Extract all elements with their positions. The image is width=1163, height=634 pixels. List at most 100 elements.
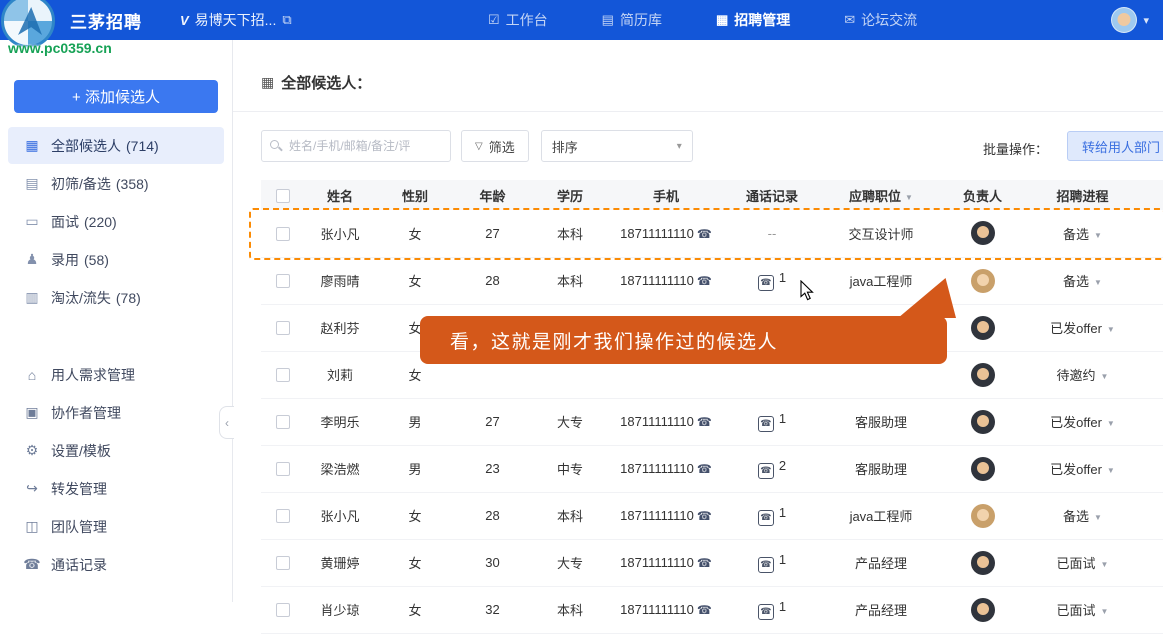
cell-gender: 女 [375, 586, 455, 633]
phone-icon[interactable]: ☎ [697, 603, 712, 617]
candidate-checkbox[interactable] [276, 227, 290, 241]
sidebar-item-label: 协作者管理 [51, 403, 121, 423]
candidate-checkbox[interactable] [276, 509, 290, 523]
owner-avatar[interactable] [971, 598, 995, 622]
owner-avatar[interactable] [971, 316, 995, 340]
owner-avatar[interactable] [971, 363, 995, 387]
phone-icon[interactable]: ☎ [697, 227, 712, 241]
phone-icon[interactable]: ☎ [697, 509, 712, 523]
progress-dropdown[interactable]: 备选▼ [1063, 509, 1102, 524]
cell-age [455, 351, 530, 398]
cell-name: 张小凡 [305, 210, 375, 257]
candidate-checkbox[interactable] [276, 274, 290, 288]
owner-avatar[interactable] [971, 551, 995, 575]
call-record-count: 1 [779, 411, 786, 426]
phone-icon[interactable]: ☎ [697, 274, 712, 288]
sort-dropdown[interactable]: 排序 ▾ [541, 130, 693, 162]
owner-avatar[interactable] [971, 504, 995, 528]
cell-progress: 备选▼ [1025, 492, 1140, 539]
sidebar-item-面试[interactable]: ▭面试(220) [8, 203, 224, 240]
sidebar-item-count: (58) [84, 252, 109, 268]
chevron-down-icon: ▼ [1101, 560, 1109, 569]
cell-phone [610, 304, 722, 351]
transfer-to-department-button[interactable]: 转给用人部门 [1067, 131, 1163, 161]
call-record-icon[interactable]: ☎ [758, 275, 774, 291]
cell-position: java工程师 [822, 492, 940, 539]
column-header-负责人[interactable]: 负责人 [940, 180, 1025, 210]
sidebar-item-icon: ↪ [22, 480, 42, 497]
cell-call-records: ☎1 [722, 257, 822, 304]
column-header-姓名[interactable]: 姓名 [305, 180, 375, 210]
progress-dropdown[interactable]: 备选▼ [1063, 227, 1102, 242]
add-candidate-button[interactable]: + 添加候选人 [14, 80, 218, 113]
cell-call-records: ☎1 [722, 586, 822, 633]
owner-avatar[interactable] [971, 457, 995, 481]
sidebar-item-设置/模板[interactable]: ⚙设置/模板 [8, 432, 224, 469]
column-header-应聘职位[interactable]: 应聘职位▼ [822, 180, 940, 210]
sort-label: 排序 [552, 137, 578, 156]
owner-avatar[interactable] [971, 221, 995, 245]
filter-caret-icon[interactable]: ▼ [905, 193, 913, 202]
column-header-学历[interactable]: 学历 [530, 180, 610, 210]
phone-icon[interactable]: ☎ [697, 462, 712, 476]
app-logo: 三茅招聘 [70, 0, 142, 40]
phone-number: 18711111110 [620, 461, 694, 476]
sidebar-item-用人需求管理[interactable]: ⌂用人需求管理 [8, 356, 224, 393]
candidate-checkbox[interactable] [276, 415, 290, 429]
column-header-手机[interactable]: 手机 [610, 180, 722, 210]
progress-dropdown[interactable]: 待邀约▼ [1057, 368, 1109, 383]
sidebar-item-初筛/备选[interactable]: ▤初筛/备选(358) [8, 165, 224, 202]
progress-dropdown[interactable]: 已发offer▼ [1050, 321, 1115, 336]
progress-dropdown[interactable]: 备选▼ [1063, 274, 1102, 289]
nav-item-论坛交流[interactable]: ✉论坛交流 [844, 10, 917, 30]
phone-icon[interactable]: ☎ [697, 556, 712, 570]
sidebar-item-录用[interactable]: ♟录用(58) [8, 241, 224, 278]
call-record-icon[interactable]: ☎ [758, 604, 774, 620]
call-record-icon[interactable]: ☎ [758, 416, 774, 432]
cell-age: 28 [455, 257, 530, 304]
sidebar-item-全部候选人[interactable]: ▦全部候选人(714) [8, 127, 224, 164]
column-header-性别[interactable]: 性别 [375, 180, 455, 210]
progress-dropdown[interactable]: 已面试▼ [1057, 603, 1109, 618]
cell-checkbox [261, 492, 305, 539]
cell-call-records: -- [722, 210, 822, 257]
cell-progress: 已发offer▼ [1025, 398, 1140, 445]
search-input[interactable] [261, 130, 451, 162]
cell-extra [1140, 304, 1163, 351]
candidate-checkbox[interactable] [276, 321, 290, 335]
candidate-checkbox[interactable] [276, 368, 290, 382]
candidate-checkbox[interactable] [276, 556, 290, 570]
nav-item-工作台[interactable]: ☑工作台 [488, 10, 548, 30]
table-row: 刘莉女待邀约▼ [261, 351, 1163, 398]
nav-item-招聘管理[interactable]: ▦招聘管理 [716, 10, 790, 30]
candidate-checkbox[interactable] [276, 603, 290, 617]
sidebar-item-转发管理[interactable]: ↪转发管理 [8, 470, 224, 507]
sidebar-item-通话记录[interactable]: ☎通话记录 [8, 546, 224, 583]
sidebar-collapse-button[interactable]: ‹ [219, 406, 234, 439]
progress-dropdown[interactable]: 已发offer▼ [1050, 462, 1115, 477]
cell-gender: 女 [375, 539, 455, 586]
call-record-icon[interactable]: ☎ [758, 557, 774, 573]
progress-dropdown[interactable]: 已发offer▼ [1050, 415, 1115, 430]
sidebar-item-团队管理[interactable]: ◫团队管理 [8, 508, 224, 545]
cell-gender: 男 [375, 445, 455, 492]
column-header-年龄[interactable]: 年龄 [455, 180, 530, 210]
owner-avatar[interactable] [971, 410, 995, 434]
candidate-checkbox[interactable] [276, 462, 290, 476]
column-header-通话记录[interactable]: 通话记录 [722, 180, 822, 210]
sidebar-item-淘汰/流失[interactable]: ▥淘汰/流失(78) [8, 279, 224, 316]
column-header-招聘进程[interactable]: 招聘进程 [1025, 180, 1140, 210]
cell-checkbox [261, 445, 305, 492]
partner-tab[interactable]: V 易博天下招... ⧉ [180, 0, 292, 40]
select-all-checkbox[interactable] [276, 189, 290, 203]
progress-dropdown[interactable]: 已面试▼ [1057, 556, 1109, 571]
filter-button[interactable]: ▽ 筛选 [461, 130, 529, 162]
owner-avatar[interactable] [971, 269, 995, 293]
phone-icon[interactable]: ☎ [697, 415, 712, 429]
cell-extra [1140, 492, 1163, 539]
call-record-icon[interactable]: ☎ [758, 463, 774, 479]
call-record-icon[interactable]: ☎ [758, 510, 774, 526]
user-menu[interactable]: ▾ [1111, 0, 1149, 40]
sidebar-item-协作者管理[interactable]: ▣协作者管理 [8, 394, 224, 431]
nav-item-简历库[interactable]: ▤简历库 [602, 10, 662, 30]
